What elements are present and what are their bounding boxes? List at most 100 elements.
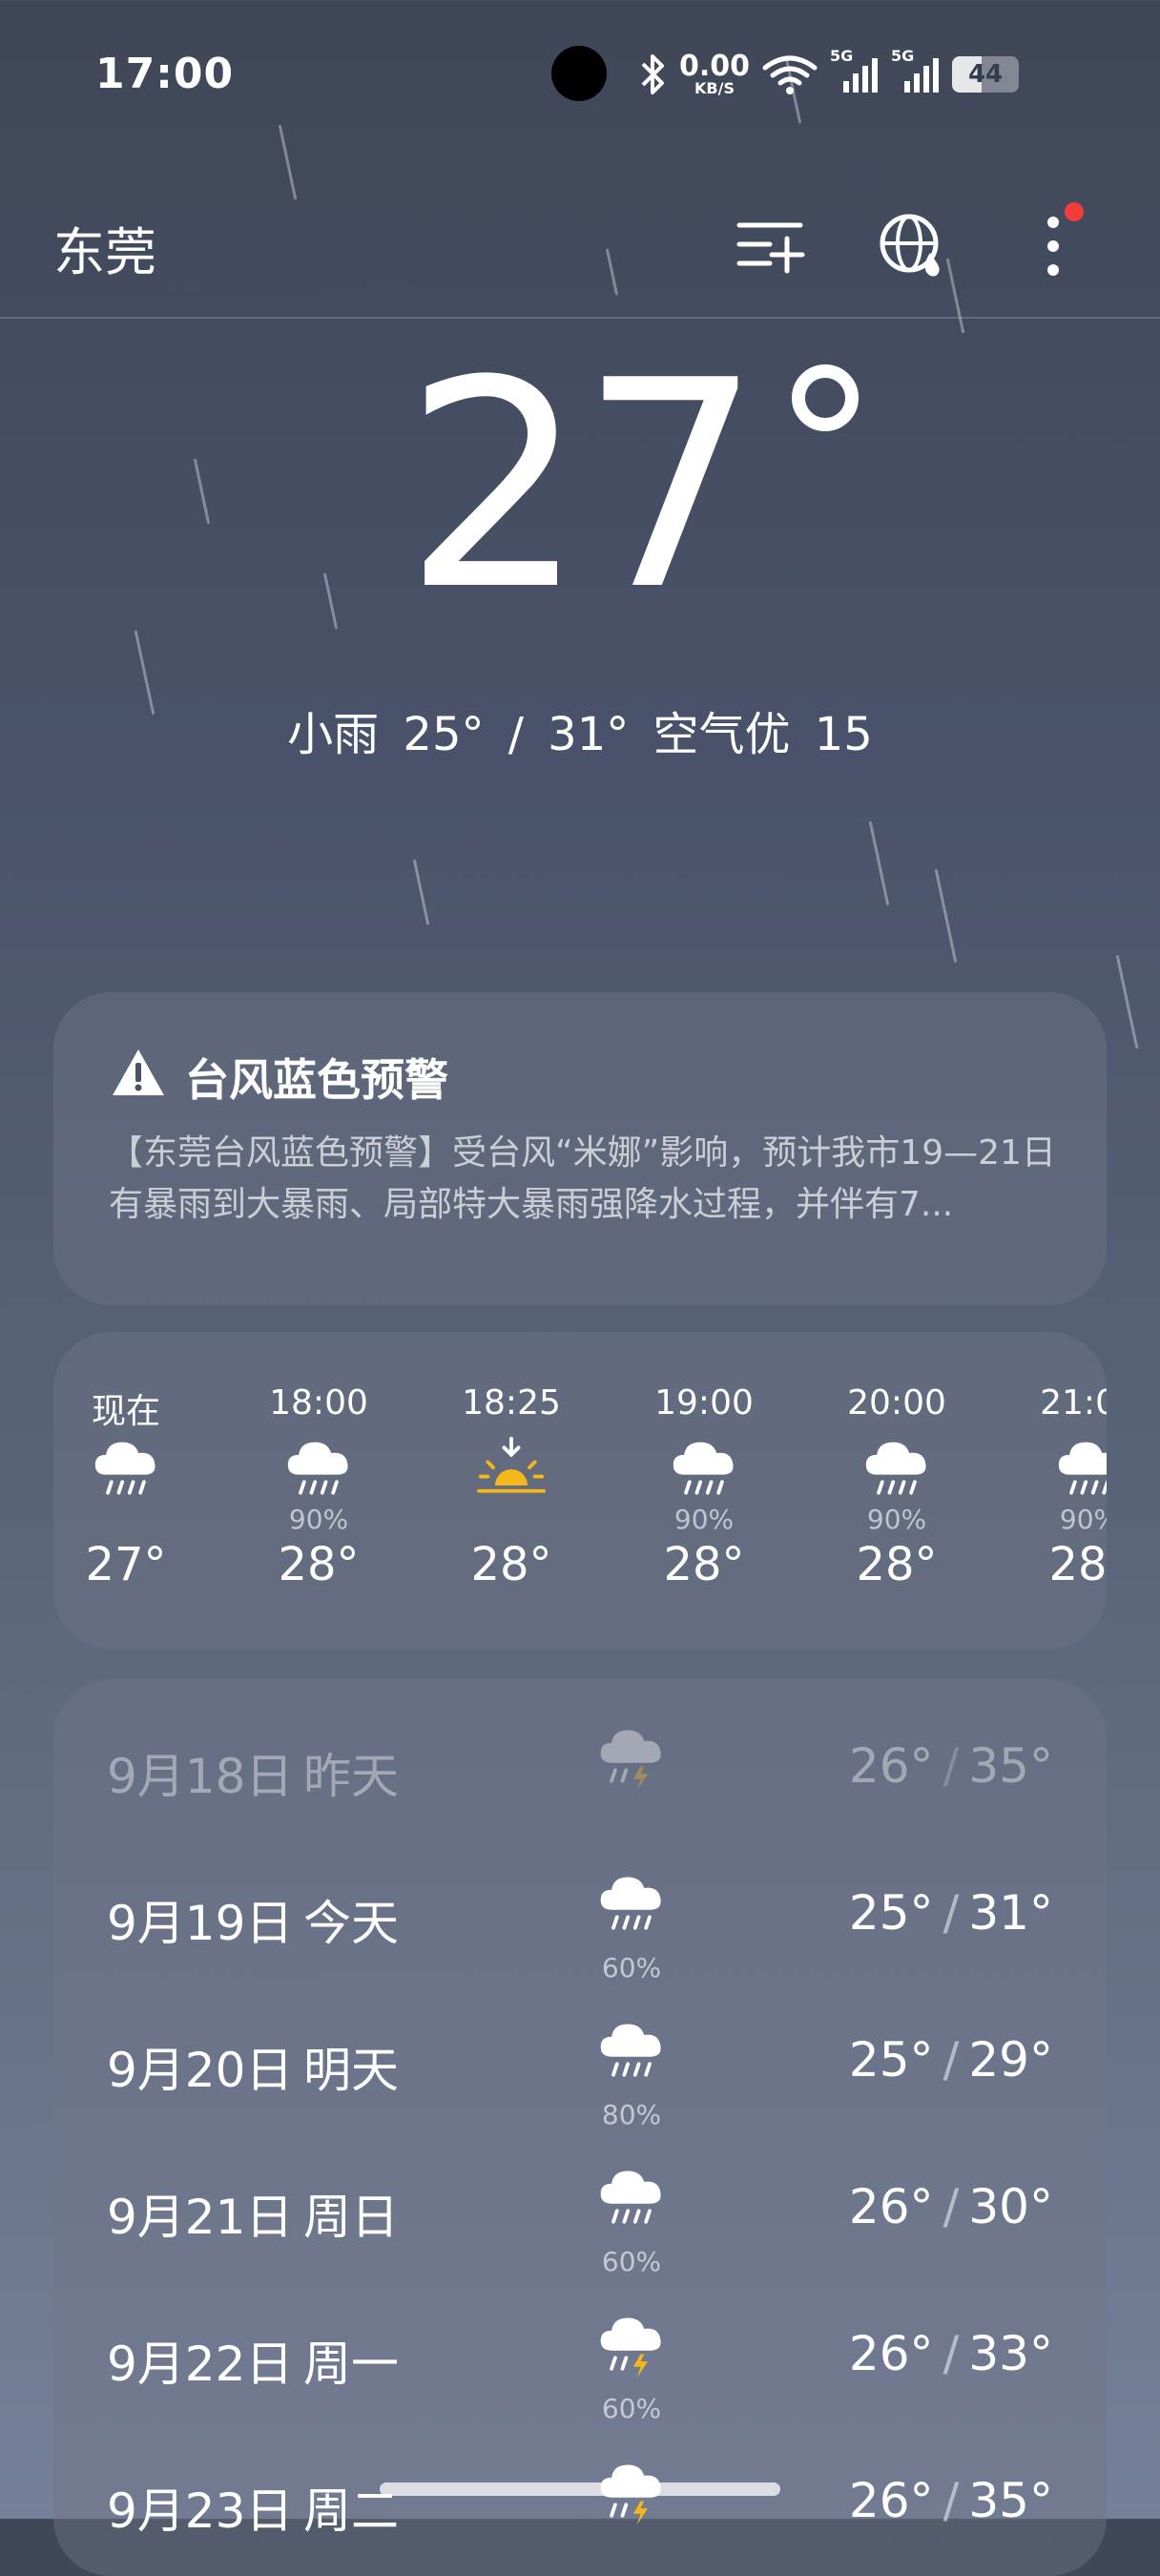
top-app-bar: 东莞 [0,191,1160,319]
range-separator: / [942,2326,960,2381]
hourly-time: 18:00 [269,1383,368,1423]
add-city-button[interactable] [725,202,817,294]
signal-2-label: 5G [891,47,915,65]
hourly-forecast-card[interactable]: 现在 27° 18:00 90% 28° 18:25 28° 19:00 90%… [53,1332,1107,1649]
global-weather-button[interactable] [866,202,958,294]
hourly-item[interactable]: 18:25 28° [435,1383,588,1591]
cloud-rain-icon [90,1435,162,1507]
daily-row[interactable]: 9月20日 明天 80% 25°/29° [53,2007,1107,2150]
daily-date: 9月20日 [107,2043,294,2098]
daily-low: 26° [848,1738,934,1794]
hourly-precip-chance [53,1504,202,1534]
hourly-precip-chance: 90% [673,1504,735,1535]
range-separator: / [942,1885,960,1941]
daily-date: 9月18日 [107,1749,294,1804]
city-name[interactable]: 东莞 [53,210,156,285]
more-vertical-icon [1044,213,1063,283]
range-separator: / [942,2179,960,2234]
daily-day-name: 昨天 [303,1749,399,1804]
daily-high: 33° [968,2326,1053,2381]
daily-high: 35° [968,2473,1053,2528]
thunder-rain-icon [595,1721,668,1797]
hourly-time: 19:00 [654,1383,754,1423]
hourly-temperature: 28° [1048,1538,1107,1591]
sunset-icon [475,1435,548,1507]
cloud-rain-icon [668,1435,740,1507]
battery-level: 44 [967,60,1004,89]
hourly-temperature: 27° [85,1538,167,1591]
daily-temperature-range: 26°/30° [849,2179,1053,2234]
hourly-item[interactable]: 现在 27° [53,1383,202,1591]
daily-precip-chance: 60% [601,2393,662,2424]
daily-date: 9月19日 [107,1896,294,1951]
daily-precip-chance: 60% [601,2246,662,2277]
daily-row[interactable]: 9月19日 今天 60% 25°/31° [53,1860,1107,2004]
daily-temperature-range: 26°/33° [849,2326,1053,2381]
daily-day-name: 周日 [303,2190,399,2245]
daily-day-name: 今天 [303,1896,399,1951]
hourly-temperature: 28° [278,1538,360,1591]
daily-row[interactable]: 9月18日 昨天 26°/35° [53,1714,1107,1857]
hourly-time: 21:00 [1040,1383,1107,1423]
daily-row[interactable]: 9月23日 周二 26°/35° [53,2448,1107,2576]
daily-day-name: 周一 [303,2337,399,2392]
daily-temperature-range: 25°/31° [849,1885,1053,1941]
battery-icon: 44 [952,56,1020,93]
hourly-time: 20:00 [847,1383,946,1423]
cellular-signal-2-icon: 5G [891,47,941,96]
daily-row[interactable]: 9月21日 周日 60% 26°/30° [53,2154,1107,2297]
range-separator: / [942,2032,960,2088]
hourly-item[interactable]: 19:00 90% 28° [628,1383,780,1591]
hourly-time: 18:25 [462,1383,561,1423]
warning-body: 【东莞台风蓝色预警】受台风“米娜”影响，预计我市19—21日有暴雨到大暴雨、局部… [109,1133,1056,1224]
hourly-precip-chance: 90% [866,1504,927,1535]
cellular-signal-1-icon: 5G [830,47,880,96]
daily-high: 31° [968,1885,1053,1941]
daily-date: 9月23日 [107,2483,294,2539]
daily-temperature-range: 26°/35° [849,2473,1053,2528]
home-indicator[interactable] [380,2483,780,2496]
hourly-temperature: 28° [663,1538,745,1591]
wifi-icon [761,52,818,96]
notification-dot [1065,202,1084,221]
add-city-icon [735,216,806,280]
hourly-precip-chance [435,1504,588,1534]
current-temperature-value: 27 [404,320,762,653]
hourly-time: 现在 [91,1392,160,1431]
status-time: 17:00 [95,50,235,98]
daily-precip-chance: 80% [601,2099,662,2130]
hourly-item[interactable]: 18:00 90% 28° [242,1383,395,1591]
signal-1-label: 5G [830,47,854,65]
daily-forecast-card[interactable]: 9月18日 昨天 26°/35° 9月19日 今天 60% 25°/31° 9月… [53,1679,1107,2576]
cloud-rain-icon [595,2015,668,2091]
hourly-item[interactable]: 21:00 90% 28° [1013,1383,1107,1591]
bluetooth-icon [639,52,668,96]
daily-date: 9月22日 [107,2337,294,2392]
daily-high: 29° [968,2032,1053,2088]
front-camera [551,46,607,101]
daily-low: 26° [848,2473,934,2528]
network-speed-value: 0.00 [679,50,751,83]
range-separator: / [942,2473,960,2528]
current-summary: 小雨 25° / 31° 空气优 15 [287,708,873,761]
daily-row[interactable]: 9月22日 周一 60% 26°/33° [53,2301,1107,2444]
hourly-temperature: 28° [856,1538,938,1591]
daily-high: 30° [968,2179,1053,2234]
status-icons: 0.00 KB/S 5G 5G 44 [639,46,1020,103]
cloud-rain-icon [1053,1435,1107,1507]
hourly-item[interactable]: 20:00 90% 28° [820,1383,973,1591]
daily-date: 9月21日 [107,2190,294,2245]
daily-low: 26° [848,2179,934,2234]
warning-title: 台风蓝色预警 [185,1054,448,1106]
more-options-button[interactable] [1007,202,1099,294]
cloud-rain-icon [595,1868,668,1944]
range-separator: / [942,1738,960,1794]
cloud-rain-icon [282,1435,355,1507]
cloud-rain-icon [595,2162,668,2238]
cloud-rain-icon [860,1435,933,1507]
thunder-rain-icon [595,2309,668,2385]
typhoon-warning-card[interactable]: 台风蓝色预警 【东莞台风蓝色预警】受台风“米娜”影响，预计我市19—21日有暴雨… [53,992,1107,1305]
status-bar: 17:00 0.00 KB/S 5G 5G 44 [0,0,1160,153]
hourly-precip-chance: 90% [288,1504,349,1535]
hourly-precip-chance: 90% [1059,1504,1107,1535]
